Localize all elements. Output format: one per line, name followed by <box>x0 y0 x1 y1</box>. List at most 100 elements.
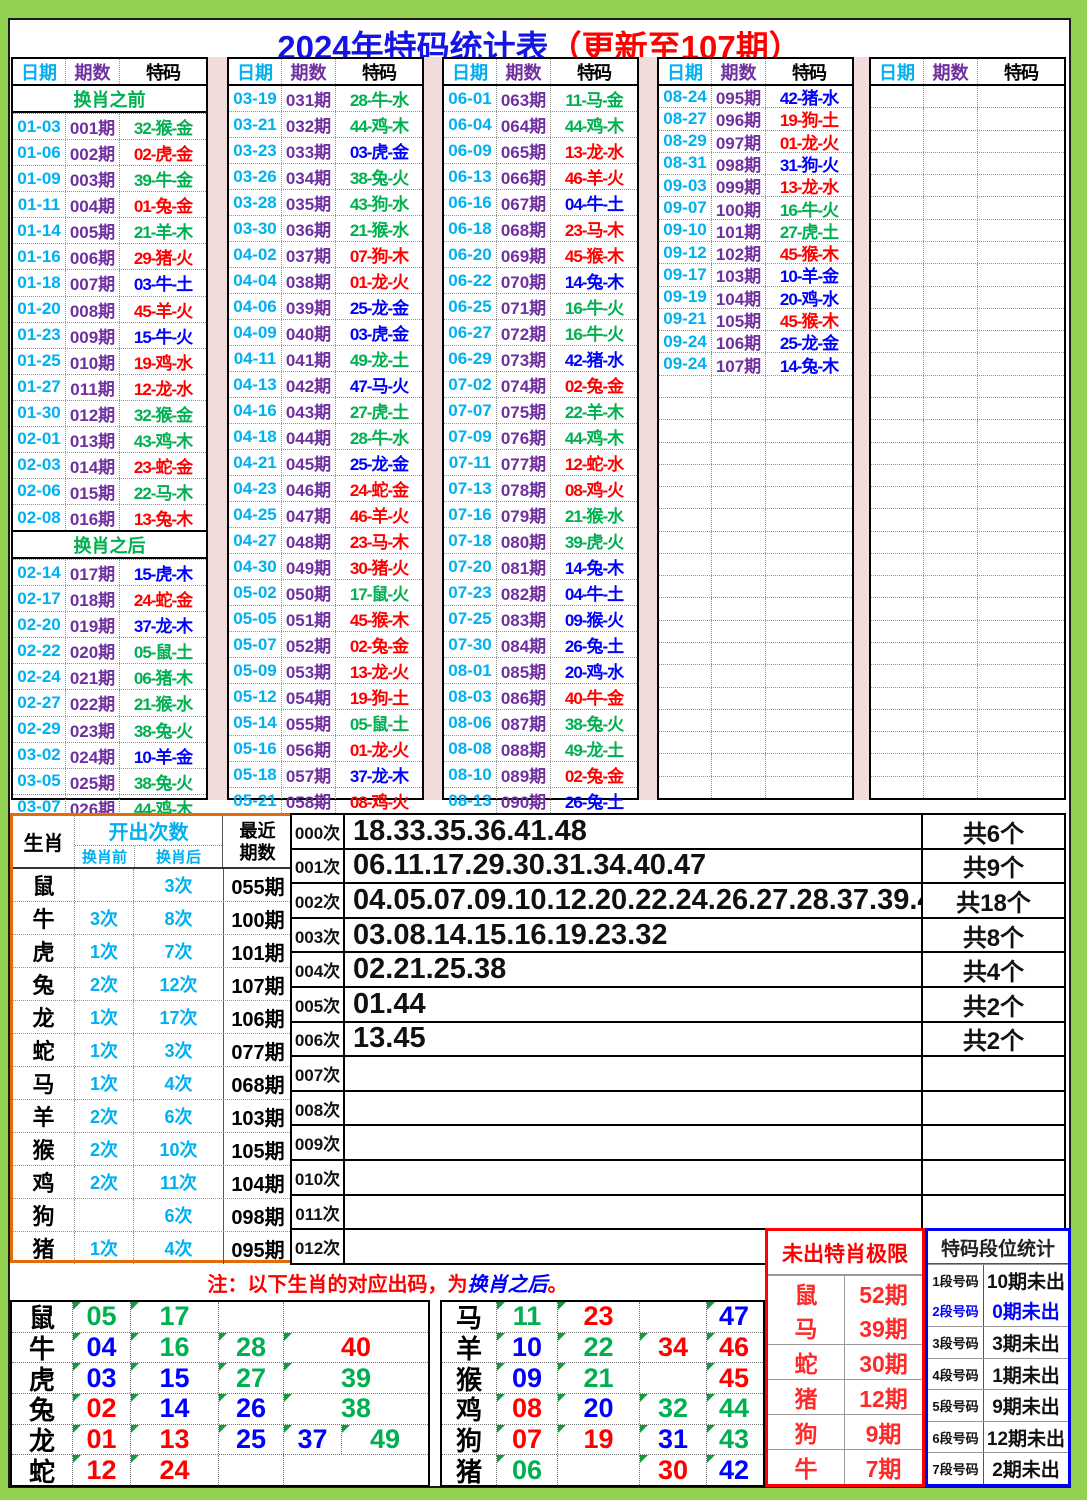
spot-row <box>871 553 1064 575</box>
date-cell: 09-24 <box>659 353 711 374</box>
date-cell: 09-10 <box>659 220 711 241</box>
number-value: 39 <box>341 1363 371 1394</box>
date-cell: 05-12 <box>229 684 281 709</box>
header-period: 期数 <box>711 59 765 84</box>
period-cell: 103期 <box>711 264 765 285</box>
zodiac-number-row: 牛04162840 <box>12 1332 428 1363</box>
recent-period: 068期 <box>223 1067 292 1099</box>
zodiac-number-row: 狗07193143 <box>442 1424 763 1455</box>
corner-marker-icon <box>707 1302 715 1310</box>
segment-value: 10期未出 <box>983 1265 1068 1296</box>
date-cell: 01-03 <box>13 114 65 139</box>
period-cell: 011期 <box>65 375 119 400</box>
spot-row: 07-11077期12-蛇-水 <box>444 449 637 475</box>
date-cell: 09-12 <box>659 242 711 263</box>
frequency-numbers <box>345 1161 921 1194</box>
code-cell: 11-马-金 <box>550 86 637 111</box>
date-cell: 01-14 <box>13 218 65 243</box>
date-cell: 06-01 <box>444 86 496 111</box>
number-cell: 26 <box>218 1394 283 1424</box>
frequency-count <box>921 1057 1064 1090</box>
frequency-row: 005次01.44共2个 <box>292 986 1064 1021</box>
corner-marker-icon <box>707 1425 715 1433</box>
spot-row: 06-20069期45-猴-木 <box>444 241 637 267</box>
code-cell <box>977 576 1064 597</box>
date-cell: 03-26 <box>229 164 281 189</box>
period-cell <box>923 264 977 285</box>
date-cell: 07-30 <box>444 632 496 657</box>
number-value: 07 <box>512 1424 542 1455</box>
frequency-row: 008次 <box>292 1090 1064 1125</box>
header-code: 特码 <box>335 59 422 84</box>
period-cell: 004期 <box>65 192 119 217</box>
period-cell: 041期 <box>281 346 335 371</box>
period-cell: 039期 <box>281 294 335 319</box>
period-cell <box>711 443 765 464</box>
frequency-count <box>921 1092 1064 1125</box>
number-cell: 43 <box>706 1425 761 1455</box>
period-cell <box>923 131 977 152</box>
period-cell <box>923 710 977 731</box>
frequency-count: 共18个 <box>921 884 1064 917</box>
code-cell: 25-龙-金 <box>335 294 422 319</box>
code-cell <box>765 443 852 464</box>
missing-zodiac-name: 狗 <box>768 1415 844 1449</box>
date-cell: 09-19 <box>659 287 711 308</box>
period-cell: 075期 <box>496 398 550 423</box>
column-header-row: 日期期数特码 <box>659 59 852 86</box>
number-value: 13 <box>159 1424 189 1455</box>
header-period: 期数 <box>65 59 119 84</box>
period-cell: 001期 <box>65 114 119 139</box>
count-before <box>74 869 133 901</box>
code-cell: 08-鸡-火 <box>550 476 637 501</box>
code-cell: 06-猪-木 <box>119 664 206 689</box>
code-cell: 04-牛-土 <box>550 580 637 605</box>
date-cell: 06-13 <box>444 164 496 189</box>
frequency-label: 008次 <box>292 1092 345 1125</box>
spot-row: 05-07052期02-兔-金 <box>229 631 422 657</box>
date-cell: 04-25 <box>229 502 281 527</box>
date-cell <box>659 398 711 419</box>
corner-marker-icon <box>342 1425 350 1433</box>
number-cell <box>639 1363 706 1393</box>
frequency-count: 共9个 <box>921 850 1064 883</box>
zodiac-name: 虎 <box>13 935 74 967</box>
period-cell: 072期 <box>496 320 550 345</box>
code-cell: 44-鸡-木 <box>335 112 422 137</box>
code-cell: 14-兔-木 <box>550 554 637 579</box>
spot-row: 02-03014期23-蛇-金 <box>13 452 206 478</box>
period-cell <box>923 309 977 330</box>
column-header-row: 日期期数特码 <box>871 59 1064 86</box>
date-cell: 07-20 <box>444 554 496 579</box>
frequency-count: 共4个 <box>921 953 1064 986</box>
period-cell <box>923 420 977 441</box>
corner-marker-icon <box>640 1333 648 1341</box>
number-cell: 27 <box>218 1363 283 1393</box>
frequency-count: 共2个 <box>921 988 1064 1021</box>
code-cell: 49-龙-土 <box>335 346 422 371</box>
number-value: 28 <box>236 1332 266 1363</box>
date-cell: 08-06 <box>444 710 496 735</box>
period-cell: 079期 <box>496 502 550 527</box>
period-cell: 056期 <box>281 736 335 761</box>
spot-row: 04-09040期03-虎-金 <box>229 319 422 345</box>
spot-row: 01-14005期21-羊-木 <box>13 217 206 243</box>
zodiac-count-row: 鸡2次11次104期 <box>13 1165 292 1198</box>
code-cell: 21-猴-水 <box>550 502 637 527</box>
spot-row <box>659 464 852 486</box>
date-cell: 01-27 <box>13 375 65 400</box>
code-cell <box>765 598 852 619</box>
number-value: 16 <box>159 1332 189 1363</box>
code-cell: 05-鼠-土 <box>335 710 422 735</box>
code-cell <box>765 376 852 397</box>
number-cell: 02 <box>72 1394 130 1424</box>
spot-table-group: 日期期数特码08-24095期42-猪-水08-27096期19-狗-土08-2… <box>657 57 854 800</box>
period-cell <box>923 487 977 508</box>
code-cell: 16-牛-火 <box>550 294 637 319</box>
code-cell <box>977 420 1064 441</box>
frequency-row: 010次 <box>292 1159 1064 1194</box>
code-cell: 22-马-木 <box>119 479 206 504</box>
spot-row <box>871 531 1064 553</box>
number-cell: 08 <box>496 1394 557 1424</box>
period-cell: 058期 <box>281 788 335 813</box>
